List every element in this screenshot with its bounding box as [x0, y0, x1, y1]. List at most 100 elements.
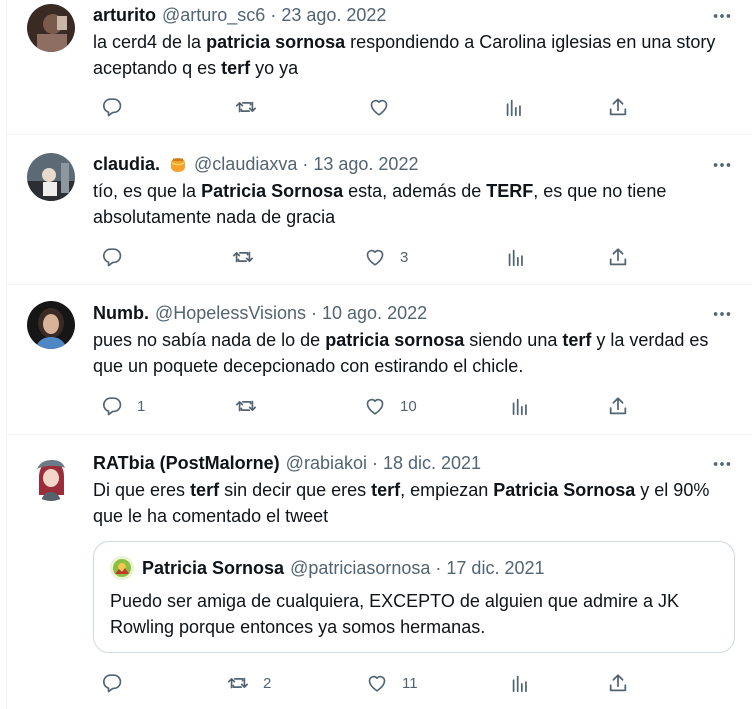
- quoted-author-handle[interactable]: @patriciasornosa: [290, 558, 430, 579]
- like-button[interactable]: 3: [364, 245, 408, 269]
- quoted-author-name[interactable]: Patricia Sornosa: [142, 558, 284, 579]
- retweet-button[interactable]: [232, 245, 268, 269]
- like-button[interactable]: 11: [366, 671, 418, 695]
- views-button[interactable]: [503, 95, 525, 119]
- tweet-text: Di que eres terf sin decir que eres terf…: [93, 477, 723, 529]
- quoted-avatar[interactable]: [110, 556, 134, 580]
- highlighted-keyword: terf: [221, 58, 251, 78]
- tweet[interactable]: arturito @arturo_sc6 · 23 ago. 2022 la c…: [6, 0, 752, 135]
- share-button[interactable]: [607, 394, 629, 418]
- tweet[interactable]: Numb. @HopelessVisions · 10 ago. 2022 pu…: [6, 285, 752, 435]
- tweet-header: RATbia (PostMalorne) @rabiakoi · 18 dic.…: [93, 451, 481, 475]
- bar-chart-icon: [508, 249, 523, 267]
- reply-button[interactable]: [101, 671, 137, 695]
- like-count: 11: [402, 674, 418, 692]
- tweet-actions: 2 11: [93, 671, 633, 695]
- share-button[interactable]: [607, 95, 629, 119]
- reply-icon: [102, 397, 122, 416]
- tweet-date[interactable]: 18 dic. 2021: [383, 453, 481, 474]
- avatar[interactable]: [27, 153, 75, 201]
- more-options-button[interactable]: [710, 302, 734, 326]
- retweet-icon: [236, 400, 256, 412]
- avatar[interactable]: [27, 453, 75, 501]
- text-segment: siendo una: [464, 330, 563, 350]
- text-segment: la cerd4 de la: [93, 32, 207, 52]
- quoted-tweet-date[interactable]: 17 dic. 2021: [446, 558, 544, 579]
- tweet-feed: arturito @arturo_sc6 · 23 ago. 2022 la c…: [0, 0, 752, 709]
- more-options-button[interactable]: [710, 153, 734, 177]
- author-name[interactable]: arturito: [93, 5, 156, 26]
- bar-chart-icon: [506, 99, 521, 117]
- tweet[interactable]: claudia. @claudiaxva · 13 ago. 2022 tío,…: [6, 135, 752, 285]
- retweet-button[interactable]: 2: [227, 671, 271, 695]
- more-icon: [713, 462, 731, 466]
- highlighted-keyword: Patricia Sornosa: [493, 480, 636, 500]
- highlighted-keyword: patricia sornosa: [325, 330, 465, 350]
- text-segment: sin decir que eres: [219, 480, 372, 500]
- author-handle[interactable]: @rabiakoi: [286, 453, 367, 474]
- share-button[interactable]: [607, 671, 629, 695]
- views-button[interactable]: [509, 671, 531, 695]
- avatar[interactable]: [27, 301, 75, 349]
- separator-dot: ·: [435, 557, 442, 578]
- reply-button[interactable]: 1: [101, 394, 145, 418]
- separator-dot: ·: [371, 452, 378, 473]
- quoted-tweet[interactable]: Patricia Sornosa @patriciasornosa · 17 d…: [93, 541, 735, 653]
- text-segment: Di que eres: [93, 480, 191, 500]
- highlighted-keyword: terf: [371, 480, 401, 500]
- author-handle[interactable]: @arturo_sc6: [162, 5, 265, 26]
- reply-count: 1: [137, 397, 146, 415]
- more-options-button[interactable]: [710, 4, 734, 28]
- like-count: 3: [400, 248, 409, 266]
- heart-icon: [368, 675, 386, 692]
- tweet[interactable]: RATbia (PostMalorne) @rabiakoi · 18 dic.…: [6, 435, 752, 709]
- tweet-header: arturito @arturo_sc6 · 23 ago. 2022: [93, 3, 386, 27]
- like-button[interactable]: 10: [364, 394, 417, 418]
- more-icon: [713, 312, 731, 316]
- views-button[interactable]: [509, 394, 531, 418]
- share-button[interactable]: [607, 245, 629, 269]
- tweet-date[interactable]: 10 ago. 2022: [322, 303, 427, 324]
- tweet-actions: [93, 95, 633, 119]
- separator-dot: ·: [302, 153, 309, 174]
- text-segment: pues no sabía nada de lo de: [93, 330, 326, 350]
- avatar[interactable]: [27, 4, 75, 52]
- tweet-header: Numb. @HopelessVisions · 10 ago. 2022: [93, 301, 427, 325]
- author-name[interactable]: claudia.: [93, 154, 160, 175]
- text-segment: esta, además de: [343, 181, 487, 201]
- author-name[interactable]: RATbia (PostMalorne): [93, 453, 280, 474]
- share-icon: [609, 98, 627, 116]
- retweet-button[interactable]: [235, 394, 271, 418]
- reply-button[interactable]: [101, 245, 137, 269]
- like-button[interactable]: [368, 95, 404, 119]
- author-name[interactable]: Numb.: [93, 303, 149, 324]
- highlighted-keyword: Patricia Sornosa: [201, 181, 344, 201]
- reply-button[interactable]: [101, 95, 137, 119]
- reply-icon: [102, 98, 122, 117]
- bar-chart-icon: [512, 675, 527, 693]
- like-count: 10: [400, 397, 417, 415]
- tweet-text: pues no sabía nada de lo de patricia sor…: [93, 327, 723, 379]
- tweet-header: claudia. @claudiaxva · 13 ago. 2022: [93, 152, 418, 176]
- more-icon: [713, 14, 731, 18]
- author-handle[interactable]: @claudiaxva: [194, 154, 297, 175]
- more-icon: [713, 163, 731, 167]
- retweet-button[interactable]: [235, 95, 271, 119]
- tweet-actions: 1 10: [93, 394, 633, 418]
- bar-chart-icon: [512, 398, 527, 416]
- highlighted-keyword: patricia sornosa: [206, 32, 346, 52]
- retweet-count: 2: [263, 674, 272, 692]
- text-segment: tío, es que la: [93, 181, 202, 201]
- separator-dot: ·: [311, 302, 318, 323]
- share-icon: [609, 674, 627, 692]
- tweet-text: tío, es que la Patricia Sornosa esta, ad…: [93, 178, 723, 230]
- quoted-tweet-header: Patricia Sornosa @patriciasornosa · 17 d…: [110, 556, 544, 580]
- tweet-date[interactable]: 23 ago. 2022: [281, 5, 386, 26]
- author-handle[interactable]: @HopelessVisions: [155, 303, 306, 324]
- tweet-date[interactable]: 13 ago. 2022: [313, 154, 418, 175]
- reply-icon: [102, 248, 122, 267]
- views-button[interactable]: [505, 245, 527, 269]
- retweet-icon: [236, 101, 256, 113]
- highlighted-keyword: terf: [190, 480, 220, 500]
- more-options-button[interactable]: [710, 452, 734, 476]
